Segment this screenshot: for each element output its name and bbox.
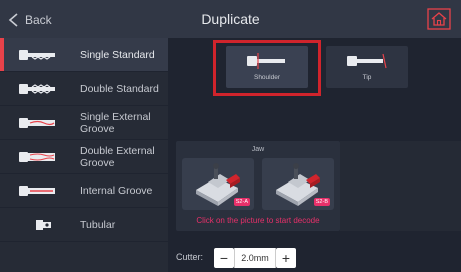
cutter-label: Cutter: — [176, 252, 204, 262]
cutter-value: 2.0mm — [234, 248, 276, 268]
duplicate-content: Shoulder Tip Jaw S2-A S2-B Click on the … — [168, 38, 461, 272]
sidebar-item-label: Single External Groove — [80, 110, 151, 135]
page-title: Duplicate — [201, 11, 260, 27]
position-label: Tip — [362, 74, 372, 81]
sidebar-item-double-external-groove[interactable]: Double External Groove — [0, 140, 168, 174]
double-external-groove-key-icon — [19, 151, 55, 162]
sidebar-item-tubular[interactable]: Tubular — [0, 208, 168, 242]
position-tip-option[interactable]: Tip — [326, 46, 408, 88]
home-icon[interactable] — [427, 8, 451, 30]
sidebar-item-double-standard[interactable]: Double Standard — [0, 72, 168, 106]
jaw-title: Jaw — [251, 146, 265, 153]
shoulder-key-icon — [247, 53, 285, 69]
sidebar-item-label: Internal Groove — [80, 184, 153, 197]
top-bar: Back Duplicate — [0, 0, 461, 38]
sidebar-item-label: Double External Groove — [80, 144, 155, 169]
position-label: Shoulder — [253, 74, 281, 81]
tubular-key-icon — [36, 219, 51, 230]
sidebar-item-internal-groove[interactable]: Internal Groove — [0, 174, 168, 208]
sidebar-item-label: Double Standard — [80, 82, 159, 95]
tip-key-icon — [347, 53, 387, 69]
sidebar-item-single-standard[interactable]: Single Standard — [0, 38, 168, 72]
jaw-option-s2a[interactable]: S2-A — [182, 158, 254, 210]
active-marker — [0, 38, 4, 71]
sidebar-item-single-external-groove[interactable]: Single External Groove — [0, 106, 168, 140]
internal-groove-key-icon — [19, 185, 55, 196]
sidebar-item-label: Tubular — [80, 218, 116, 231]
key-type-sidebar: Single Standard Double Standard Single E… — [0, 38, 168, 272]
cutter-increase-button[interactable]: + — [276, 248, 296, 268]
jaw-panel: Jaw S2-A S2-B Click on the picture to st… — [176, 141, 340, 231]
jaw-badge: S2-B — [313, 198, 330, 206]
sidebar-item-label: Single Standard — [80, 48, 155, 61]
double-standard-key-icon — [19, 83, 55, 94]
single-standard-key-icon — [19, 49, 55, 60]
position-shoulder-option[interactable]: Shoulder — [226, 46, 308, 88]
jaw-badge: S2-A — [233, 198, 250, 206]
empty-panel — [340, 141, 461, 231]
single-external-groove-key-icon — [19, 117, 55, 128]
duplicate-screen: Back Duplicate Single Standard Double St… — [0, 0, 461, 272]
decode-hint: Click on the picture to start decode — [196, 216, 320, 225]
cutter-control: Cutter: − 2.0mm + — [168, 244, 461, 272]
jaw-option-s2b[interactable]: S2-B — [262, 158, 334, 210]
cutter-decrease-button[interactable]: − — [214, 248, 234, 268]
